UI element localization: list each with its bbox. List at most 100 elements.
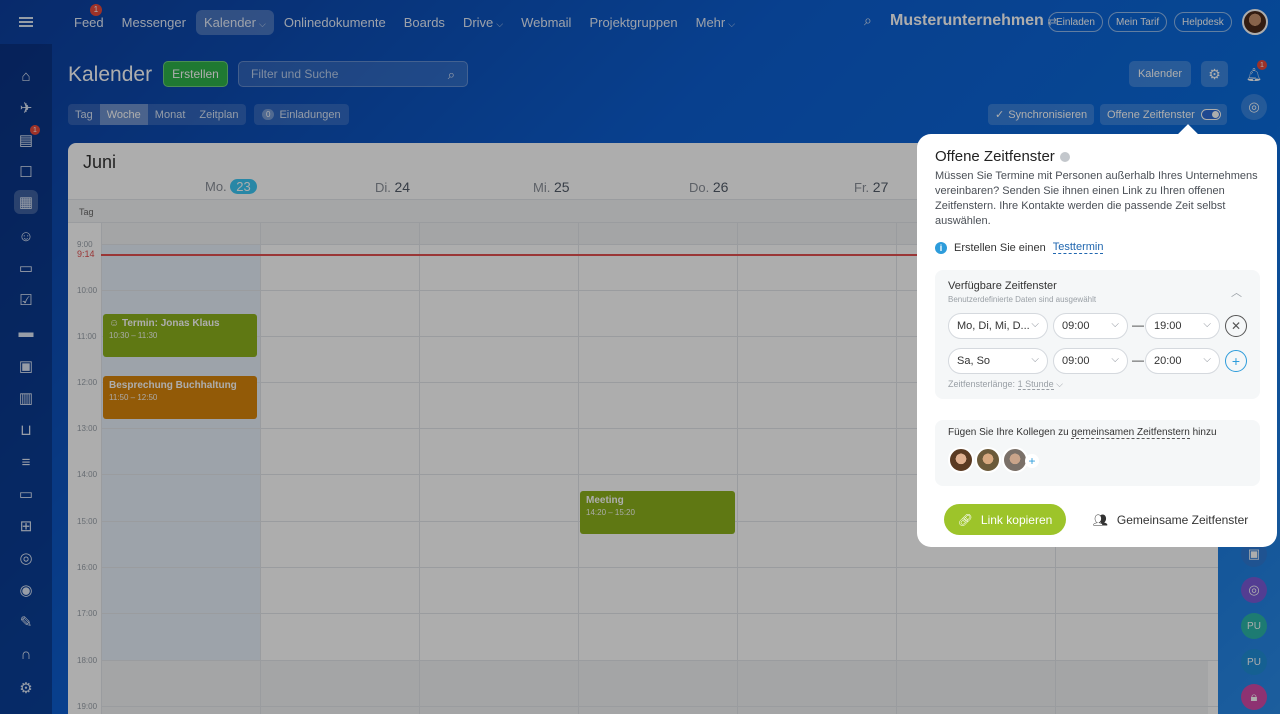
lock-icon[interactable]: 🔒︎ — [1241, 684, 1267, 710]
gear-icon[interactable]: ⚙ — [1201, 61, 1228, 87]
home-icon[interactable]: ⌂ — [14, 64, 38, 88]
board-icon[interactable]: ▣ — [14, 354, 38, 378]
helpdesk-button[interactable]: Helpdesk — [1174, 12, 1232, 32]
tab-monat[interactable]: Monat — [148, 104, 193, 125]
view-tabs: Tag Woche Monat Zeitplan — [68, 104, 246, 125]
menu-icon[interactable] — [0, 0, 52, 44]
cart-icon[interactable]: ⊔ — [14, 418, 38, 442]
shared-slots-button[interactable]: 👥︎ Gemeinsame Zeitfenster — [1076, 494, 1265, 545]
sign-icon[interactable]: ✎ — [14, 610, 38, 634]
create-button[interactable]: Erstellen — [163, 61, 228, 87]
hour-label: 15:00 — [77, 517, 98, 526]
nav-drive[interactable]: Drive ⌵ — [455, 10, 511, 35]
slots-title: Verfügbare Zeitfenster — [948, 280, 1057, 292]
calendar-button[interactable]: Kalender — [1129, 61, 1191, 87]
colleagues-hint: Fügen Sie Ihre Kollegen zu gemeinsamen Z… — [948, 427, 1217, 439]
avatar-pu-2[interactable]: PU — [1241, 649, 1267, 675]
tasks-icon[interactable]: ▤ 1 — [14, 125, 40, 152]
nav-webmail[interactable]: Webmail — [513, 10, 579, 35]
search-icon[interactable]: ⌕ — [864, 12, 872, 29]
tariff-button[interactable]: Mein Tarif — [1108, 12, 1168, 32]
popup-description: Müssen Sie Termine mit Personen außerhal… — [935, 170, 1258, 227]
main-nav: Feed 1 Messenger Kalender ⌵ Onlinedokument… — [66, 3, 743, 35]
settings-icon[interactable]: ⚙ — [14, 676, 38, 700]
day-header-di[interactable]: Di. 24 — [375, 179, 410, 195]
from-time-select[interactable]: 09:00 ⌵ — [1053, 313, 1128, 339]
tab-zeitplan[interactable]: Zeitplan — [192, 104, 245, 125]
event-besprechung-buchhaltung[interactable]: Besprechung Buchhaltung 11:50 – 12:50 — [103, 376, 257, 419]
colleague-avatar[interactable] — [975, 447, 1001, 473]
toggle-switch[interactable] — [1201, 109, 1221, 120]
rocket-icon[interactable]: ✈ — [14, 96, 38, 120]
test-event-link[interactable]: Testtermin — [1052, 241, 1104, 254]
filter-icon[interactable]: ≡ — [14, 450, 38, 474]
chevron-up-icon[interactable]: ︿ — [1231, 284, 1242, 300]
info-icon: i — [935, 241, 947, 254]
robot-icon[interactable]: ◎ — [14, 546, 38, 570]
tab-woche[interactable]: Woche — [99, 104, 148, 125]
calendar-icon[interactable]: ▦ — [14, 190, 38, 214]
nav-feed[interactable]: Feed 1 — [66, 3, 112, 35]
day-header-fr[interactable]: Fr. 27 — [854, 179, 888, 195]
nav-projektgruppen[interactable]: Projektgruppen — [581, 10, 685, 35]
user-avatar[interactable] — [1242, 9, 1268, 35]
to-time-select[interactable]: 20:00 ⌵ — [1145, 348, 1220, 374]
spiral-icon[interactable]: ◎ — [1241, 577, 1267, 603]
event-meeting[interactable]: Meeting 14:20 – 15:20 — [580, 491, 735, 534]
nav-messenger[interactable]: Messenger — [114, 10, 194, 35]
slot-length-select[interactable]: 1 Stunde — [1017, 379, 1054, 390]
today-badge: 23 — [230, 179, 257, 194]
add-colleague-icon[interactable]: + — [1025, 454, 1039, 468]
target-icon[interactable]: ◉ — [14, 578, 38, 602]
headset-icon[interactable]: ∩ — [14, 642, 38, 666]
top-bar: Feed 1 Messenger Kalender ⌵ Onlinedokument… — [0, 0, 1280, 44]
monitor-icon[interactable]: ▭ — [14, 482, 38, 506]
analytics-icon[interactable]: ▥ — [14, 386, 38, 410]
hour-label: 17:00 — [77, 609, 98, 618]
search-input[interactable]: Filter und Suche ⌕ — [238, 61, 468, 87]
drive-icon[interactable]: ▬ — [14, 320, 38, 344]
hour-label: 19:00 — [77, 702, 98, 711]
copilot-icon[interactable]: ◎ — [1241, 94, 1267, 120]
tab-tag[interactable]: Tag — [68, 104, 100, 125]
help-icon[interactable] — [1059, 152, 1070, 163]
search-icon: ⌕ — [447, 67, 455, 82]
hour-label: 9:00 — [77, 240, 93, 249]
avatar-pu-1[interactable]: PU — [1241, 613, 1267, 639]
to-time-select[interactable]: 19:00 ⌵ — [1145, 313, 1220, 339]
day-header-mi[interactable]: Mi. 25 — [533, 179, 570, 195]
open-slots-toggle[interactable]: Offene Zeitfenster — [1100, 104, 1227, 125]
day-header-mo[interactable]: Mo. 23 — [205, 179, 257, 194]
colleague-avatar[interactable] — [948, 447, 974, 473]
day-column — [896, 223, 897, 714]
days-select[interactable]: Sa, So ⌵ — [948, 348, 1048, 374]
bell-icon[interactable]: 🔔︎ 1 — [1241, 60, 1267, 88]
invite-button[interactable]: Einladen — [1048, 12, 1103, 32]
hour-label: 10:00 — [77, 286, 98, 295]
sync-button[interactable]: ✓ Synchronisieren — [988, 104, 1095, 125]
event-termin-jonas-klaus[interactable]: ☺ Termin: Jonas Klaus 10:30 – 11:30 — [103, 314, 257, 357]
checklist-icon[interactable]: ☑ — [14, 288, 38, 312]
nav-boards[interactable]: Boards — [396, 10, 453, 35]
day-column — [578, 223, 579, 714]
link-icon: 🔗︎ — [957, 512, 973, 527]
nav-kalender[interactable]: Kalender ⌵ — [195, 9, 274, 35]
company-name[interactable]: Musterunternehmen ⇄ — [890, 12, 1057, 30]
day-header-do[interactable]: Do. 26 — [689, 179, 728, 195]
chevron-down-icon: ⌵ — [1203, 319, 1211, 330]
contacts-icon[interactable]: ☺ — [14, 224, 38, 248]
add-slot-button[interactable]: + — [1225, 350, 1247, 372]
days-select[interactable]: Mo, Di, Mi, D... ⌵ — [948, 313, 1048, 339]
nav-mehr[interactable]: Mehr ⌵ — [688, 10, 743, 35]
shared-slots-link[interactable]: gemeinsamen Zeitfenstern — [1071, 427, 1190, 439]
invitations-tab[interactable]: 0 Einladungen — [254, 104, 349, 125]
chat-icon[interactable]: ☐ — [14, 160, 38, 184]
hour-label: 11:00 — [77, 332, 97, 341]
remove-slot-button[interactable]: ✕ — [1225, 315, 1247, 337]
from-time-select[interactable]: 09:00 ⌵ — [1053, 348, 1128, 374]
nav-onlinedokumente[interactable]: Onlinedokumente — [276, 10, 394, 35]
sites-icon[interactable]: ⊞ — [14, 514, 38, 538]
copy-link-button[interactable]: 🔗︎ Link kopieren — [944, 504, 1066, 535]
slot-length: Zeitfensterlänge: 1 Stunde ⌵ — [948, 379, 1063, 390]
document-icon[interactable]: ▭ — [14, 256, 38, 280]
